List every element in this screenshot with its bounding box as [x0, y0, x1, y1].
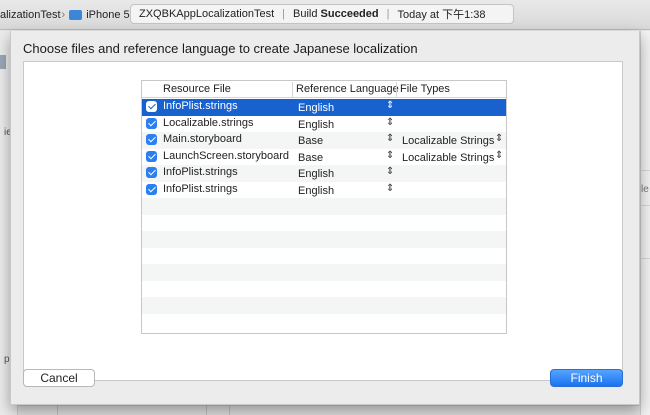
- editor-divider: [229, 405, 230, 415]
- resource-table[interactable]: Resource File Reference Language File Ty…: [141, 80, 507, 334]
- xcode-toolbar: alizationTest › iPhone 5 ZXQBKAppLocaliz…: [0, 0, 650, 30]
- table-row[interactable]: Localizable.strings English ⇕: [142, 116, 506, 133]
- include-checkbox[interactable]: [146, 134, 157, 145]
- include-checkbox[interactable]: [146, 183, 157, 195]
- inspector-divider: [640, 205, 650, 206]
- table-header: Resource File Reference Language File Ty…: [142, 81, 506, 98]
- activity-viewer: ZXQBKAppLocalizationTest | Build Succeed…: [130, 4, 514, 24]
- column-header-resource-file[interactable]: Resource File: [163, 83, 231, 95]
- scheme-name: alizationTest: [0, 8, 61, 21]
- reference-language-value[interactable]: English: [298, 119, 334, 131]
- reference-language-value[interactable]: English: [298, 102, 334, 114]
- include-checkbox[interactable]: [146, 150, 157, 162]
- table-row[interactable]: Main.storyboard Base ⇕ Localizable Strin…: [142, 132, 506, 149]
- include-checkbox[interactable]: [146, 167, 157, 178]
- include-checkbox[interactable]: [146, 101, 157, 112]
- empty-row: [142, 198, 506, 215]
- chevron-up-down-icon[interactable]: ⇕: [386, 100, 394, 111]
- empty-row: [142, 215, 506, 232]
- column-header-file-types[interactable]: File Types: [400, 83, 450, 95]
- sheet-title: Choose files and reference language to c…: [23, 41, 418, 56]
- reference-language-value[interactable]: English: [298, 185, 334, 197]
- column-header-reference-language[interactable]: Reference Language: [296, 83, 399, 95]
- column-divider: [292, 82, 293, 97]
- localization-sheet: Choose files and reference language to c…: [10, 31, 640, 405]
- editor-divider: [57, 405, 58, 415]
- navigator-text: p: [4, 354, 10, 365]
- empty-row: [142, 264, 506, 281]
- table-row[interactable]: InfoPlist.strings English ⇕: [142, 165, 506, 182]
- scheme-selector[interactable]: alizationTest › iPhone 5: [0, 5, 130, 24]
- device-icon: [69, 9, 83, 20]
- include-checkbox[interactable]: [146, 117, 157, 129]
- resource-file-name: Main.storyboard: [163, 133, 242, 145]
- resource-file-name: Localizable.strings: [163, 116, 254, 129]
- inspector-divider: [640, 258, 650, 259]
- activity-project: ZXQBKAppLocalizationTest: [139, 8, 275, 20]
- chevron-up-down-icon[interactable]: ⇕: [495, 150, 503, 161]
- activity-time: Today at 下午1:38: [397, 9, 486, 21]
- chevron-up-down-icon[interactable]: ⇕: [495, 133, 503, 144]
- file-type-value[interactable]: Localizable Strings: [402, 135, 494, 147]
- empty-row: [142, 248, 506, 265]
- navigator-selection: [0, 55, 6, 69]
- cancel-button[interactable]: Cancel: [23, 369, 95, 387]
- resource-file-name: InfoPlist.strings: [163, 166, 238, 178]
- chevron-up-down-icon[interactable]: ⇕: [386, 133, 394, 144]
- table-row[interactable]: InfoPlist.strings English ⇕: [142, 99, 506, 116]
- activity-build-status: Succeeded: [320, 8, 379, 20]
- reference-language-value[interactable]: English: [298, 168, 334, 180]
- chevron-up-down-icon[interactable]: ⇕: [386, 150, 394, 161]
- finish-button[interactable]: Finish: [550, 369, 623, 387]
- empty-row: [142, 297, 506, 314]
- chevron-right-icon: ›: [61, 8, 66, 21]
- activity-build-prefix: Build: [293, 8, 318, 20]
- empty-row: [142, 314, 506, 331]
- resource-file-name: InfoPlist.strings: [163, 182, 238, 195]
- table-row[interactable]: InfoPlist.strings English ⇕: [142, 182, 506, 199]
- editor-bottom-bar: [18, 405, 640, 415]
- reference-language-value[interactable]: Base: [298, 135, 323, 147]
- device-name: iPhone 5: [86, 8, 130, 21]
- inspector-divider: [640, 170, 650, 171]
- activity-divider: |: [386, 8, 390, 20]
- table-body: InfoPlist.strings English ⇕ Localizable.…: [142, 99, 506, 330]
- reference-language-value[interactable]: Base: [298, 152, 323, 164]
- column-divider: [396, 82, 397, 97]
- chevron-up-down-icon[interactable]: ⇕: [386, 183, 394, 194]
- inspector-pane: [640, 31, 650, 415]
- resource-file-name: LaunchScreen.storyboard: [163, 149, 289, 162]
- resource-file-name: InfoPlist.strings: [163, 100, 238, 112]
- activity-divider: |: [282, 8, 285, 20]
- table-row[interactable]: LaunchScreen.storyboard Base ⇕ Localizab…: [142, 149, 506, 166]
- chevron-up-down-icon[interactable]: ⇕: [386, 166, 394, 177]
- empty-row: [142, 281, 506, 298]
- file-group-box: Resource File Reference Language File Ty…: [23, 61, 623, 381]
- chevron-up-down-icon[interactable]: ⇕: [386, 117, 394, 128]
- file-type-value[interactable]: Localizable Strings: [402, 152, 494, 164]
- empty-row: [142, 231, 506, 248]
- editor-divider: [206, 405, 207, 415]
- inspector-text: le: [641, 184, 649, 195]
